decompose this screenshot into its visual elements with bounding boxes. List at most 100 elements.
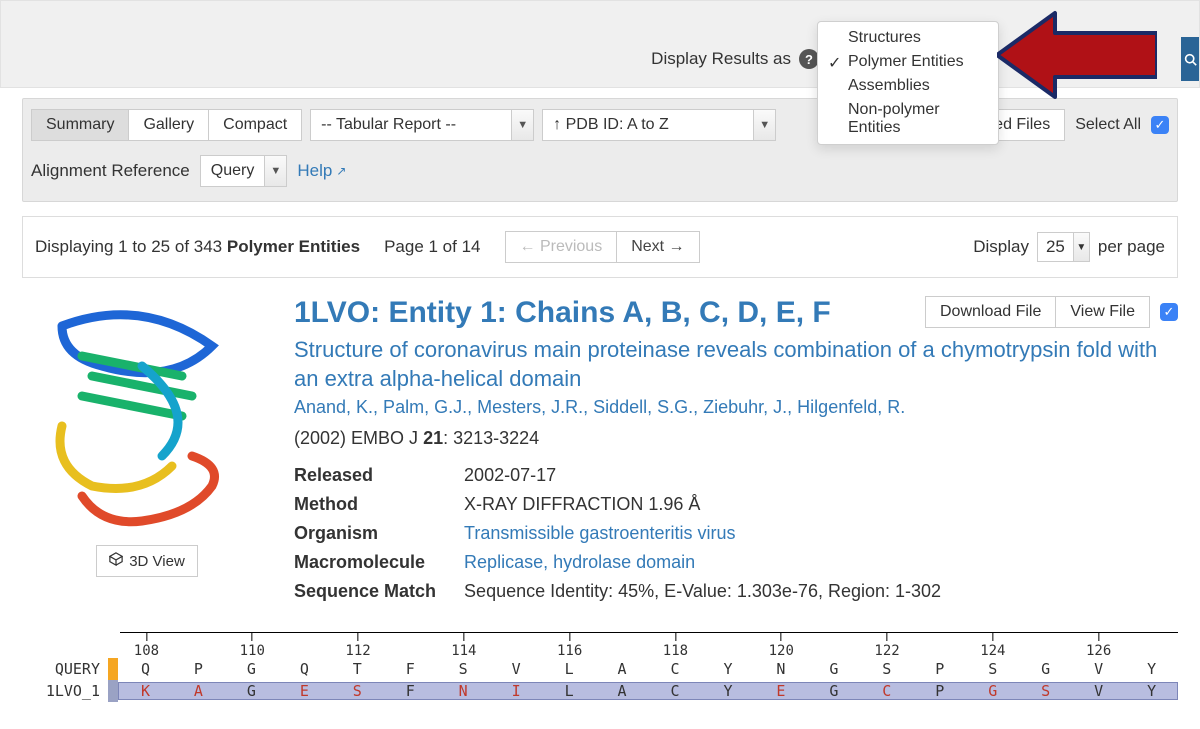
residue-cell: G <box>225 682 278 700</box>
residue-cell: Y <box>701 682 754 700</box>
match-label: 1LVO_1 <box>22 682 108 700</box>
pagination-bar: Displaying 1 to 25 of 343 Polymer Entiti… <box>22 216 1178 278</box>
residue-cell: N <box>437 682 490 700</box>
query-color-bar <box>108 658 118 680</box>
dropdown-option-structures[interactable]: Structures <box>818 26 998 50</box>
chevron-down-icon: ▼ <box>1073 233 1089 261</box>
residue-cell: P <box>172 660 225 678</box>
residue-cell: G <box>807 660 860 678</box>
chevron-down-icon: ▼ <box>753 110 775 140</box>
alignment-reference-select[interactable]: Query ▼ <box>200 155 288 187</box>
entry-subtitle[interactable]: Structure of coronavirus main proteinase… <box>294 336 1178 393</box>
residue-cell: G <box>807 682 860 700</box>
ruler-tick: 112 <box>345 632 370 659</box>
ruler-tick: 108 <box>134 632 159 659</box>
residue-cell: T <box>331 660 384 678</box>
3d-view-button[interactable]: 3D View <box>96 545 198 577</box>
match-sequence: KAGESFNILACYEGCPGSVY <box>118 682 1178 700</box>
ruler-tick: 120 <box>769 632 794 659</box>
query-sequence: QPGQTFSVLACYNGSPSGVY <box>118 660 1178 678</box>
residue-cell: G <box>1019 660 1072 678</box>
residue-cell: P <box>913 682 966 700</box>
alignment-reference-value: Query <box>201 156 265 186</box>
residue-cell: E <box>754 682 807 700</box>
dropdown-option-nonpolymer[interactable]: Non-polymer Entities <box>818 98 998 140</box>
query-label: QUERY <box>22 660 108 678</box>
displaying-text: Displaying 1 to 25 of 343 Polymer Entiti… <box>35 237 360 257</box>
tab-summary[interactable]: Summary <box>31 109 129 141</box>
ruler-tick: 116 <box>557 632 582 659</box>
sort-select[interactable]: ↑ PDB ID: A to Z ▼ <box>542 109 776 141</box>
chevron-down-icon: ▼ <box>264 156 286 186</box>
help-icon[interactable]: ? <box>799 49 819 69</box>
sequence-alignment: 108110112114116118120122124126 QUERY QPG… <box>22 632 1178 702</box>
ruler-tick: 110 <box>240 632 265 659</box>
residue-cell: S <box>966 660 1019 678</box>
residue-cell: S <box>437 660 490 678</box>
annotation-arrow <box>997 9 1157 101</box>
residue-cell: A <box>172 682 225 700</box>
metadata-table: Released2002-07-17 MethodX-RAY DIFFRACTI… <box>294 461 969 606</box>
toolbar: Summary Gallery Compact -- Tabular Repor… <box>22 98 1178 202</box>
residue-cell: G <box>225 660 278 678</box>
display-results-dropdown[interactable]: Structures Polymer Entities Assemblies N… <box>817 21 999 145</box>
structure-thumbnail[interactable] <box>22 296 252 541</box>
residue-cell: A <box>596 660 649 678</box>
per-page-select[interactable]: 25 ▼ <box>1037 232 1090 262</box>
tabular-report-value: -- Tabular Report -- <box>311 110 511 140</box>
select-all-label: Select All <box>1075 116 1141 134</box>
entry-citation: (2002) EMBO J 21: 3213-3224 <box>294 428 1178 449</box>
help-link[interactable]: Help ↗ <box>297 161 346 181</box>
result-card: 3D View 1LVO: Entity 1: Chains A, B, C, … <box>22 296 1178 606</box>
residue-cell: C <box>649 682 702 700</box>
ruler-tick: 114 <box>451 632 476 659</box>
cube-icon <box>109 552 123 570</box>
residue-cell: E <box>278 682 331 700</box>
residue-cell: I <box>490 682 543 700</box>
residue-cell: Y <box>1125 682 1178 700</box>
tab-compact[interactable]: Compact <box>209 109 302 141</box>
search-icon[interactable] <box>1181 37 1199 81</box>
residue-cell: L <box>543 660 596 678</box>
sort-value: ↑ PDB ID: A to Z <box>543 110 753 140</box>
residue-cell: F <box>384 682 437 700</box>
previous-button[interactable]: ← Previous <box>505 231 618 263</box>
organism-link[interactable]: Transmissible gastroenteritis virus <box>464 523 735 543</box>
residue-cell: V <box>1072 660 1125 678</box>
view-mode-tabs: Summary Gallery Compact <box>31 109 302 141</box>
tab-gallery[interactable]: Gallery <box>129 109 209 141</box>
residue-cell: Q <box>278 660 331 678</box>
entry-authors[interactable]: Anand, K., Palm, G.J., Mesters, J.R., Si… <box>294 397 1178 418</box>
residue-cell: A <box>596 682 649 700</box>
display-results-label: Display Results as <box>651 49 791 69</box>
residue-cell: S <box>1019 682 1072 700</box>
display-label: Display <box>973 237 1029 257</box>
view-file-button[interactable]: View File <box>1056 296 1150 328</box>
select-entry-checkbox[interactable]: ✓ <box>1160 303 1178 321</box>
select-all-checkbox[interactable]: ✓ <box>1151 116 1169 134</box>
tabular-report-select[interactable]: -- Tabular Report -- ▼ <box>310 109 534 141</box>
next-button[interactable]: Next → <box>617 231 699 263</box>
residue-cell: V <box>490 660 543 678</box>
sequence-match-value: Sequence Identity: 45%, E-Value: 1.303e-… <box>464 577 969 606</box>
download-file-button[interactable]: Download File <box>925 296 1056 328</box>
ruler-tick: 126 <box>1086 632 1111 659</box>
page-text: Page 1 of 14 <box>384 237 480 257</box>
match-color-bar <box>108 680 118 702</box>
per-page-suffix: per page <box>1098 237 1165 257</box>
residue-cell: L <box>543 682 596 700</box>
dropdown-option-polymer-entities[interactable]: Polymer Entities <box>818 50 998 74</box>
residue-cell: S <box>331 682 384 700</box>
entry-title[interactable]: 1LVO: Entity 1: Chains A, B, C, D, E, F <box>294 296 831 330</box>
chevron-down-icon: ▼ <box>511 110 533 140</box>
residue-cell: G <box>966 682 1019 700</box>
external-link-icon: ↗ <box>336 164 346 178</box>
released-value: 2002-07-17 <box>464 461 969 490</box>
macromolecule-link[interactable]: Replicase, hydrolase domain <box>464 552 695 572</box>
residue-cell: P <box>913 660 966 678</box>
residue-cell: C <box>860 682 913 700</box>
dropdown-option-assemblies[interactable]: Assemblies <box>818 74 998 98</box>
ruler-tick: 122 <box>874 632 899 659</box>
per-page-value: 25 <box>1038 233 1073 261</box>
method-value: X-RAY DIFFRACTION 1.96 Å <box>464 490 969 519</box>
